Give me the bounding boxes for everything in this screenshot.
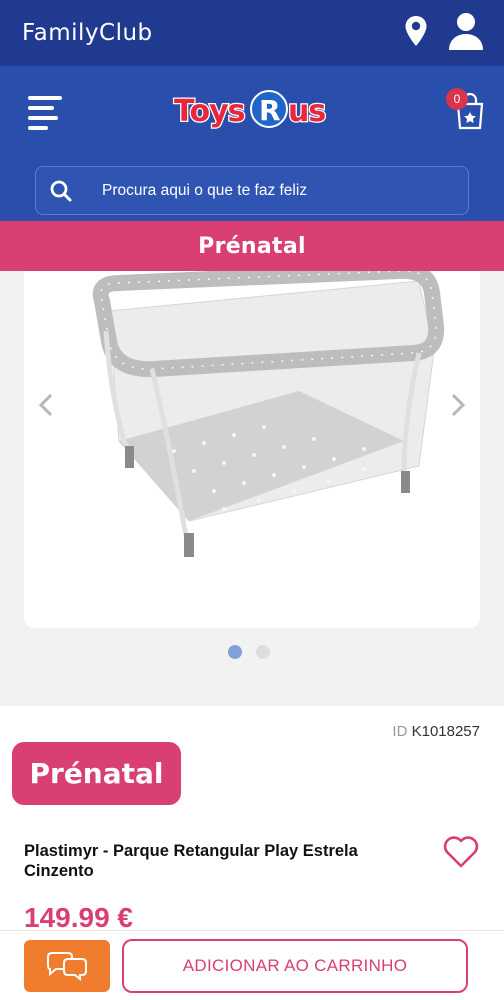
- site-header: Toys R us 0 Procura aqui o que te faz fe…: [0, 66, 504, 221]
- svg-text:R: R: [259, 94, 281, 127]
- toysrus-logo[interactable]: Toys R us: [172, 89, 344, 131]
- product-id: ID K1018257: [392, 723, 480, 740]
- family-club-logo[interactable]: FamilyClub: [22, 20, 404, 46]
- brand-logo[interactable]: Prénatal: [12, 742, 181, 805]
- brand-banner[interactable]: Prénatal: [0, 221, 504, 271]
- product-image-gallery[interactable]: [24, 262, 480, 628]
- search-icon[interactable]: [50, 180, 72, 202]
- next-slide-icon[interactable]: [446, 390, 470, 420]
- heart-icon[interactable]: [443, 836, 479, 868]
- chat-button[interactable]: [24, 940, 110, 992]
- previous-slide-icon[interactable]: [34, 390, 58, 420]
- user-icon[interactable]: [448, 12, 484, 55]
- cart-button[interactable]: 0: [446, 88, 490, 132]
- gallery-dot-2[interactable]: [256, 645, 270, 659]
- menu-icon[interactable]: [28, 96, 62, 130]
- svg-text:us: us: [288, 94, 325, 129]
- playpen-product-image: [92, 262, 445, 557]
- top-bar: FamilyClub: [0, 0, 504, 66]
- add-to-cart-label: ADICIONAR AO CARRINHO: [182, 956, 408, 975]
- product-title: Plastimyr - Parque Retangular Play Estre…: [24, 842, 358, 880]
- gallery-pagination: [228, 645, 270, 659]
- svg-text:Toys: Toys: [174, 94, 245, 129]
- chat-bubbles-icon: [47, 952, 87, 981]
- search-bar[interactable]: Procura aqui o que te faz feliz: [35, 166, 469, 215]
- brand-logo-text: Prénatal: [29, 757, 164, 790]
- brand-banner-label: Prénatal: [198, 233, 306, 259]
- add-to-cart-button[interactable]: ADICIONAR AO CARRINHO: [122, 939, 468, 993]
- gallery-dot-1[interactable]: [228, 645, 242, 659]
- cart-count-badge: 0: [446, 88, 468, 110]
- product-id-label: ID: [392, 723, 408, 740]
- location-pin-icon[interactable]: [404, 15, 428, 52]
- product-id-value: K1018257: [411, 723, 480, 740]
- search-placeholder: Procura aqui o que te faz feliz: [102, 181, 308, 199]
